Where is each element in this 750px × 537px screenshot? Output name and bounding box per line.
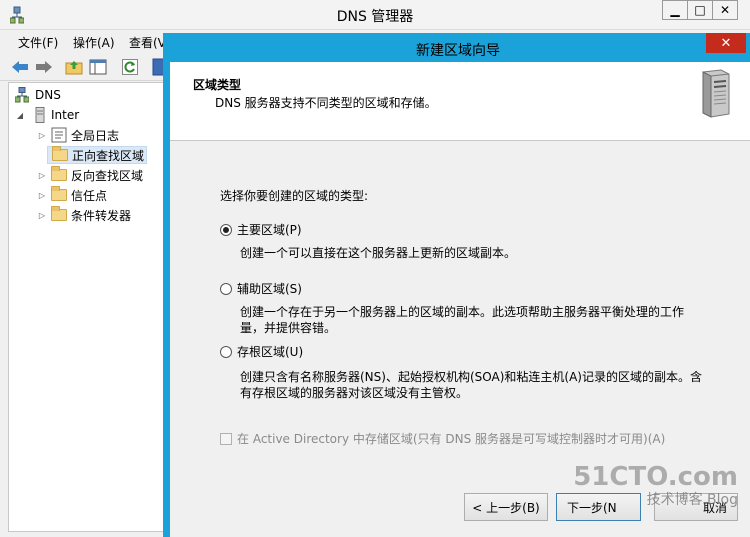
back-button[interactable]: < 上一步(B): [464, 493, 548, 521]
radio-primary-label[interactable]: 主要区域(P): [237, 221, 302, 238]
wizard-body: 区域类型 DNS 服务器支持不同类型的区域和存储。 选择你要创建的区域的类型: …: [170, 62, 750, 537]
tree-item-forward-lookup[interactable]: 正向查找区域: [47, 146, 148, 164]
server-tower-icon: [702, 69, 730, 118]
tree-item-global-log[interactable]: ▷ 全局日志: [37, 126, 119, 144]
collapsed-arrow-icon[interactable]: ▷: [37, 211, 47, 220]
forward-arrow-icon[interactable]: [34, 57, 54, 77]
radio-unchecked-indicator[interactable]: [220, 282, 232, 295]
collapsed-arrow-icon[interactable]: ▷: [37, 131, 47, 140]
folder-icon: [52, 146, 68, 161]
tree-item-conditional-forwarders[interactable]: ▷ 条件转发器: [37, 206, 131, 224]
radio-stub-zone[interactable]: 存根区域(U): [220, 343, 303, 360]
wizard-page-title: 区域类型: [193, 78, 242, 92]
radio-secondary-zone[interactable]: 辅助区域(S): [220, 280, 302, 297]
checkbox-box[interactable]: [220, 432, 232, 445]
next-button[interactable]: 下一步(N: [556, 493, 641, 521]
secondary-zone-description: 创建一个存在于另一个服务器上的区域的副本。此选项帮助主服务器平衡处理的工作量，并…: [240, 305, 685, 335]
wizard-header: 区域类型 DNS 服务器支持不同类型的区域和存储。: [170, 62, 750, 141]
wizard-content: 选择你要创建的区域的类型: 主要区域(P) 创建一个可以直接在这个服务器上更新的…: [170, 142, 750, 537]
server-icon: [35, 107, 45, 123]
tree-label-server: Inter: [51, 108, 80, 122]
stub-zone-description: 创建只含有名称服务器(NS)、起始授权机构(SOA)和粘连主机(A)记录的区域的…: [240, 370, 702, 400]
event-log-icon: [51, 127, 67, 143]
main-titlebar: DNS 管理器 ▁ □ ✕: [0, 0, 750, 30]
window-controls: ▁ □ ✕: [662, 0, 738, 20]
tree-node-server[interactable]: ◢ Inter: [15, 106, 79, 124]
collapsed-arrow-icon[interactable]: ▷: [37, 171, 47, 180]
store-in-ad-label: 在 Active Directory 中存储区域(只有 DNS 服务器是可写域控…: [237, 432, 666, 446]
wizard-page-subtitle: DNS 服务器支持不同类型的区域和存储。: [215, 96, 437, 110]
zone-type-prompt: 选择你要创建的区域的类型:: [220, 189, 369, 203]
folder-icon: [51, 206, 67, 221]
collapsed-arrow-icon[interactable]: ▷: [37, 191, 47, 200]
dns-icon: [15, 87, 29, 103]
back-arrow-icon[interactable]: [10, 57, 30, 77]
radio-secondary-label[interactable]: 辅助区域(S): [237, 280, 302, 297]
tree-label-forward-lookup: 正向查找区域: [72, 148, 145, 163]
menu-file[interactable]: 文件(F): [18, 34, 58, 51]
wizard-title: 新建区域向导: [416, 43, 500, 59]
minimize-button[interactable]: ▁: [662, 0, 688, 20]
primary-zone-description: 创建一个可以直接在这个服务器上更新的区域副本。: [240, 246, 517, 260]
tree-label-global-log: 全局日志: [71, 128, 120, 143]
tree-label-reverse-lookup: 反向查找区域: [71, 168, 144, 183]
tree-label-dns: DNS: [35, 88, 61, 102]
radio-primary-zone[interactable]: 主要区域(P): [220, 221, 302, 238]
tree-item-reverse-lookup[interactable]: ▷ 反向查找区域: [37, 166, 143, 184]
tree-node-dns[interactable]: DNS: [15, 86, 61, 104]
tree-item-trust-points[interactable]: ▷ 信任点: [37, 186, 107, 204]
expanded-arrow-icon[interactable]: ◢: [15, 111, 25, 120]
console-tree: DNS ◢ Inter ▷ 全局日志 正向查找区域 ▷ 反向查找区域 ▷ 信任点…: [8, 82, 168, 532]
folder-icon: [51, 186, 67, 201]
folder-up-icon[interactable]: [64, 57, 84, 77]
maximize-button[interactable]: □: [687, 0, 713, 20]
radio-unchecked-indicator[interactable]: [220, 345, 232, 358]
tree-label-conditional-forwarders: 条件转发器: [71, 208, 132, 223]
menu-action[interactable]: 操作(A): [73, 34, 115, 51]
main-window-title: DNS 管理器: [336, 9, 414, 25]
new-zone-wizard-dialog: 新建区域向导 ✕ 区域类型 DNS 服务器支持不同类型的区域和存储。 选择你要创…: [163, 33, 750, 537]
console-tree-icon[interactable]: [88, 57, 108, 77]
radio-checked-indicator[interactable]: [220, 223, 232, 236]
store-in-ad-checkbox[interactable]: 在 Active Directory 中存储区域(只有 DNS 服务器是可写域控…: [220, 430, 665, 447]
folder-icon: [51, 166, 67, 181]
tree-label-trust-points: 信任点: [71, 188, 108, 203]
wizard-close-button[interactable]: ✕: [706, 33, 746, 53]
refresh-icon[interactable]: [120, 57, 140, 77]
wizard-titlebar: 新建区域向导 ✕: [163, 33, 750, 62]
cancel-button[interactable]: 取消: [654, 493, 738, 521]
close-button[interactable]: ✕: [712, 0, 738, 20]
radio-stub-label[interactable]: 存根区域(U): [237, 343, 303, 360]
wizard-button-bar: < 上一步(B) 下一步(N 取消: [170, 493, 750, 533]
